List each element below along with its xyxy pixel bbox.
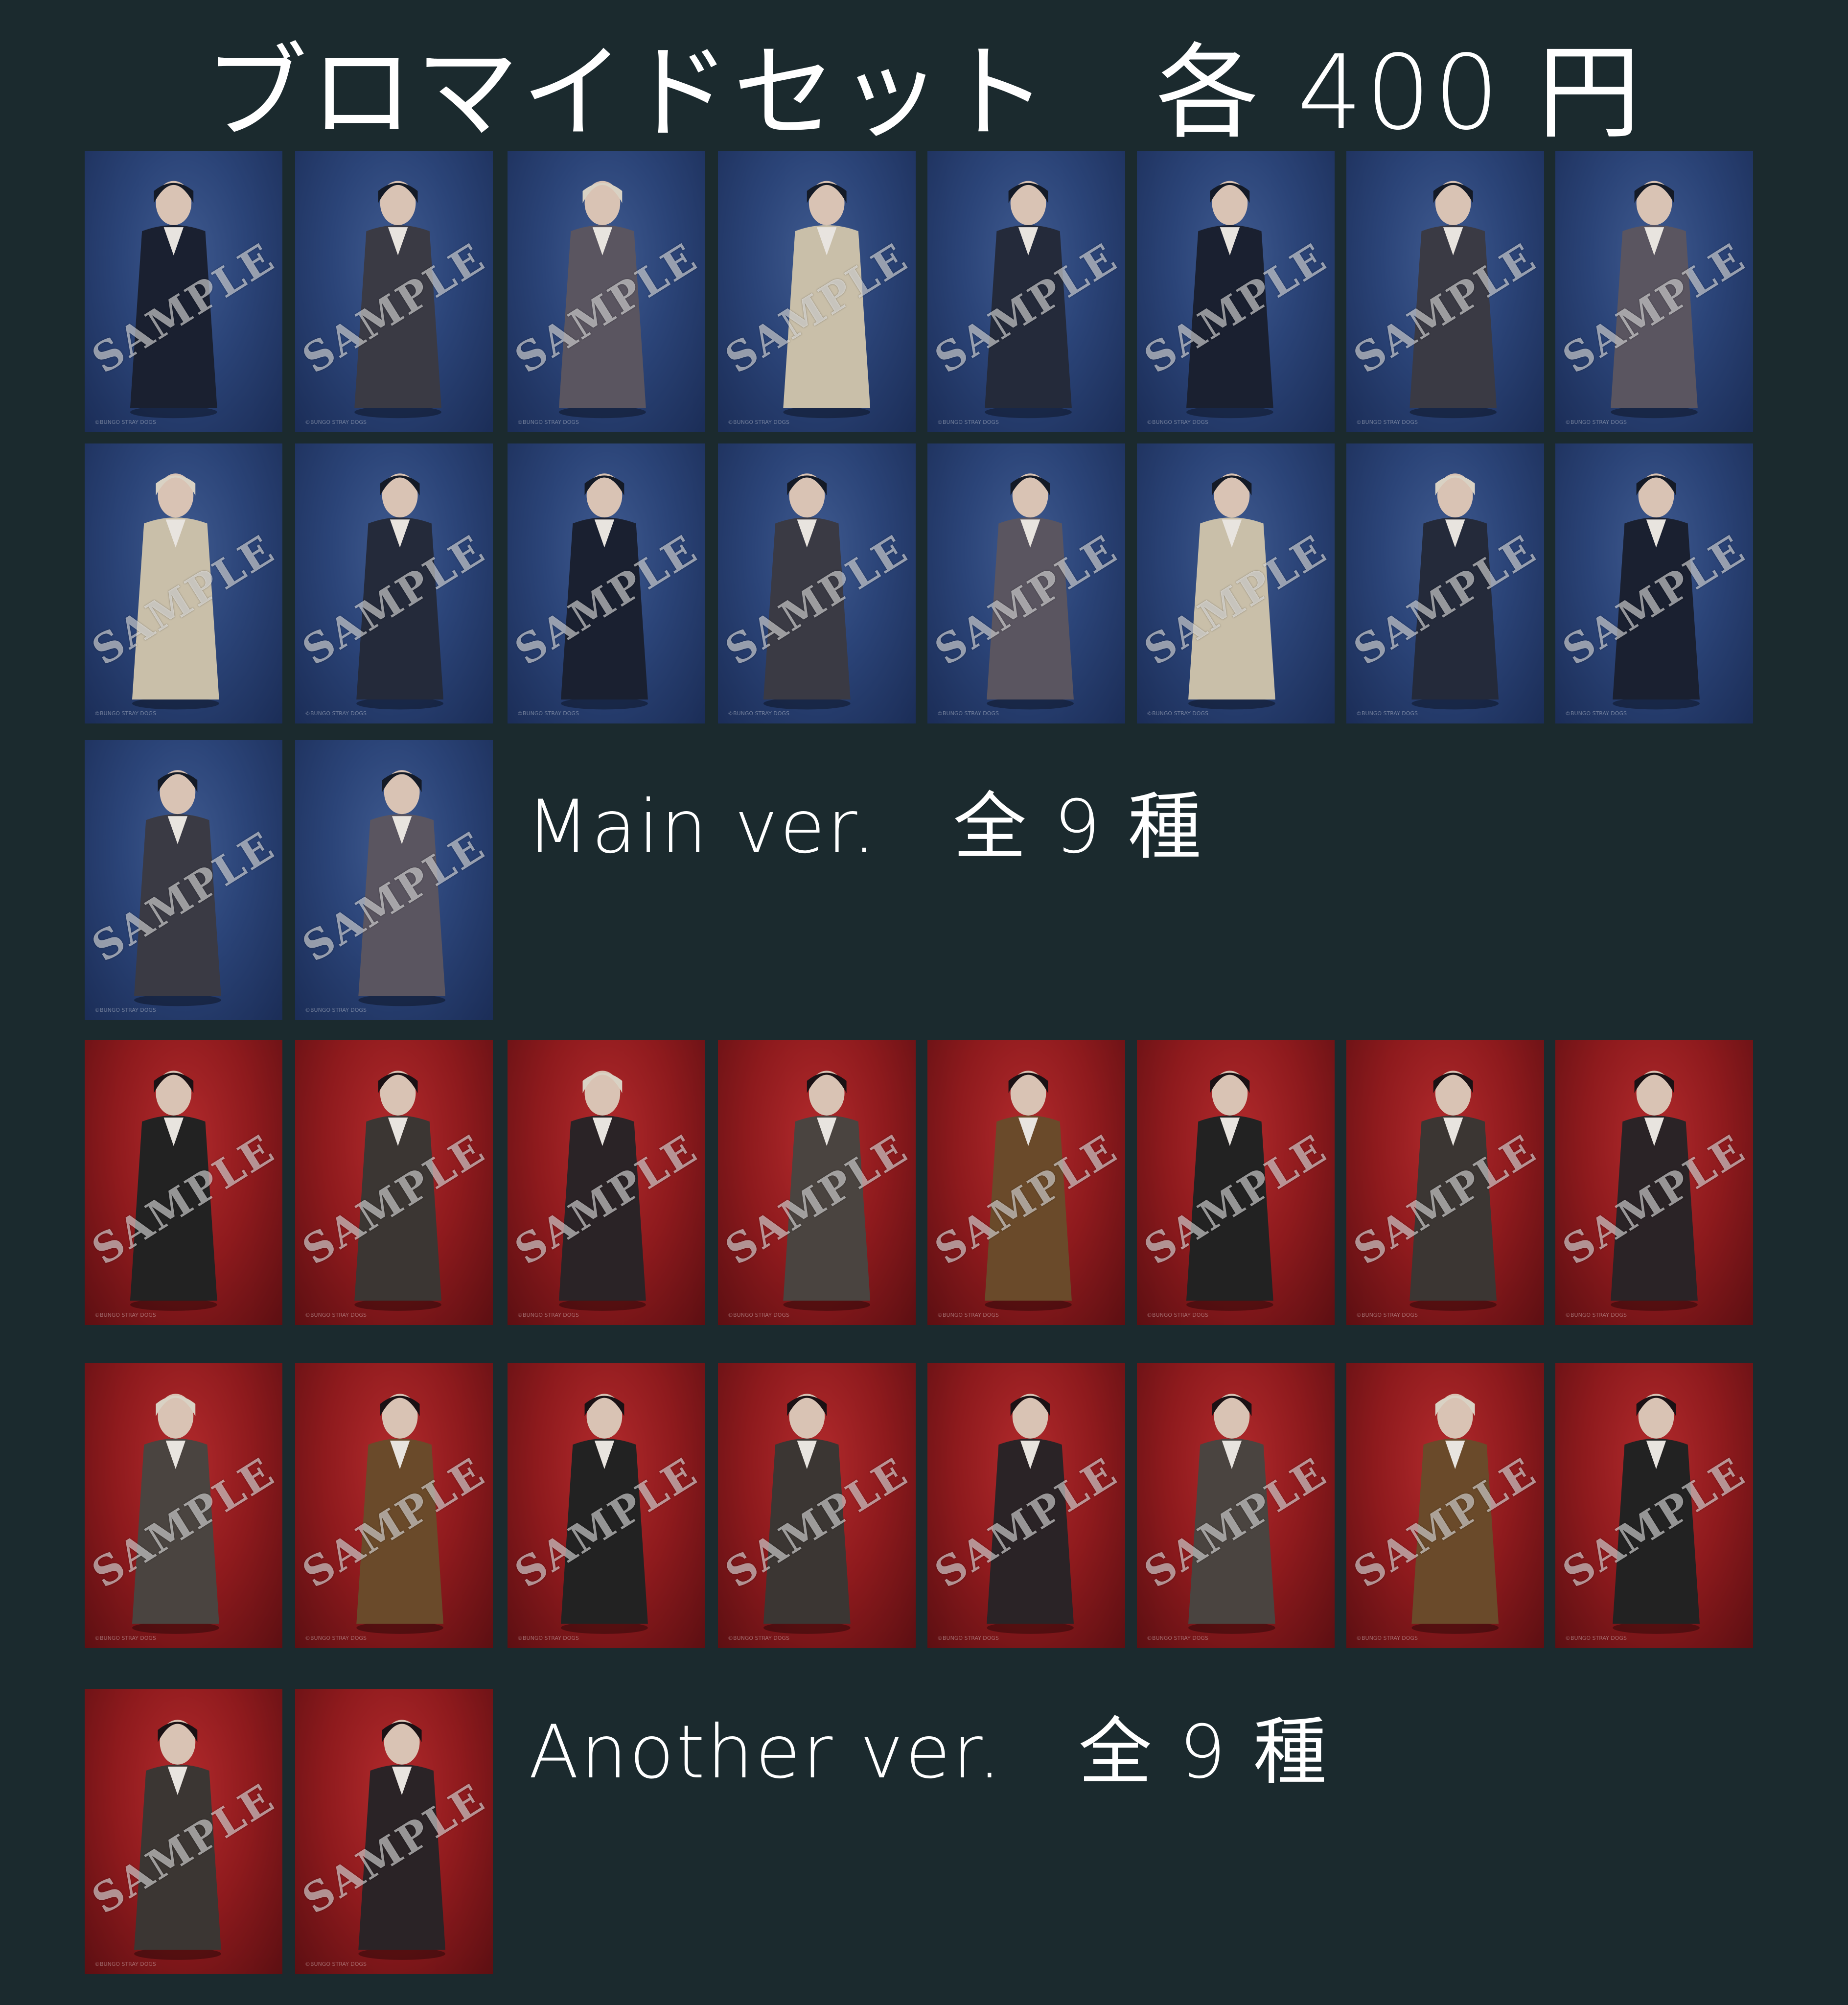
another-bromide-card: SAMPLE ©BUNGO STRAY DOGS	[1137, 1040, 1335, 1325]
another-bromide-card: SAMPLE ©BUNGO STRAY DOGS	[295, 1689, 493, 1974]
another-bromide-card: SAMPLE ©BUNGO STRAY DOGS	[85, 1689, 282, 1974]
main-bromide-card: SAMPLE ©BUNGO STRAY DOGS	[508, 443, 705, 723]
main-bromide-card: SAMPLE ©BUNGO STRAY DOGS	[85, 740, 282, 1020]
card-credit: ©BUNGO STRAY DOGS	[305, 419, 367, 425]
card-credit: ©BUNGO STRAY DOGS	[305, 1007, 367, 1013]
card-credit: ©BUNGO STRAY DOGS	[94, 1961, 156, 1967]
card-credit: ©BUNGO STRAY DOGS	[937, 1312, 999, 1318]
another-bromide-card: SAMPLE ©BUNGO STRAY DOGS	[718, 1040, 916, 1325]
card-credit: ©BUNGO STRAY DOGS	[728, 1635, 789, 1641]
another-bromide-card: SAMPLE ©BUNGO STRAY DOGS	[1555, 1363, 1753, 1648]
main-bromide-card: SAMPLE ©BUNGO STRAY DOGS	[718, 443, 916, 723]
card-credit: ©BUNGO STRAY DOGS	[94, 419, 156, 425]
card-credit: ©BUNGO STRAY DOGS	[937, 710, 999, 717]
card-credit: ©BUNGO STRAY DOGS	[305, 1635, 367, 1641]
card-credit: ©BUNGO STRAY DOGS	[728, 419, 789, 425]
card-credit: ©BUNGO STRAY DOGS	[94, 1312, 156, 1318]
card-credit: ©BUNGO STRAY DOGS	[728, 1312, 789, 1318]
page-title: ブロマイドセット 各 400 円	[204, 33, 1644, 153]
another-bromide-card: SAMPLE ©BUNGO STRAY DOGS	[1346, 1040, 1544, 1325]
card-credit: ©BUNGO STRAY DOGS	[305, 1312, 367, 1318]
card-credit: ©BUNGO STRAY DOGS	[94, 710, 156, 717]
another-bromide-card: SAMPLE ©BUNGO STRAY DOGS	[295, 1040, 493, 1325]
another-bromide-card: SAMPLE ©BUNGO STRAY DOGS	[1346, 1363, 1544, 1648]
main-bromide-card: SAMPLE ©BUNGO STRAY DOGS	[508, 151, 705, 432]
card-credit: ©BUNGO STRAY DOGS	[1565, 710, 1627, 717]
main-bromide-card: SAMPLE ©BUNGO STRAY DOGS	[927, 443, 1125, 723]
card-credit: ©BUNGO STRAY DOGS	[1565, 1312, 1627, 1318]
card-credit: ©BUNGO STRAY DOGS	[517, 1312, 579, 1318]
another-bromide-card: SAMPLE ©BUNGO STRAY DOGS	[927, 1040, 1125, 1325]
main-bromide-card: SAMPLE ©BUNGO STRAY DOGS	[295, 443, 493, 723]
another-bromide-card: SAMPLE ©BUNGO STRAY DOGS	[1137, 1363, 1335, 1648]
main-bromide-card: SAMPLE ©BUNGO STRAY DOGS	[1555, 443, 1753, 723]
card-credit: ©BUNGO STRAY DOGS	[728, 710, 789, 717]
another-bromide-card: SAMPLE ©BUNGO STRAY DOGS	[295, 1363, 493, 1648]
card-credit: ©BUNGO STRAY DOGS	[1147, 1635, 1208, 1641]
card-credit: ©BUNGO STRAY DOGS	[517, 1635, 579, 1641]
another-bromide-card: SAMPLE ©BUNGO STRAY DOGS	[85, 1363, 282, 1648]
main-bromide-card: SAMPLE ©BUNGO STRAY DOGS	[1137, 443, 1335, 723]
card-credit: ©BUNGO STRAY DOGS	[1356, 1635, 1418, 1641]
card-credit: ©BUNGO STRAY DOGS	[1147, 1312, 1208, 1318]
card-credit: ©BUNGO STRAY DOGS	[1356, 419, 1418, 425]
main-version-label: Main ver. 全 9 種	[526, 785, 1203, 870]
card-credit: ©BUNGO STRAY DOGS	[1147, 419, 1208, 425]
card-credit: ©BUNGO STRAY DOGS	[937, 419, 999, 425]
main-bromide-card: SAMPLE ©BUNGO STRAY DOGS	[295, 151, 493, 432]
main-bromide-card: SAMPLE ©BUNGO STRAY DOGS	[1346, 443, 1544, 723]
card-credit: ©BUNGO STRAY DOGS	[1565, 1635, 1627, 1641]
card-credit: ©BUNGO STRAY DOGS	[305, 710, 367, 717]
main-bromide-card: SAMPLE ©BUNGO STRAY DOGS	[295, 740, 493, 1020]
card-credit: ©BUNGO STRAY DOGS	[1565, 419, 1627, 425]
main-bromide-card: SAMPLE ©BUNGO STRAY DOGS	[85, 151, 282, 432]
card-credit: ©BUNGO STRAY DOGS	[937, 1635, 999, 1641]
another-bromide-card: SAMPLE ©BUNGO STRAY DOGS	[508, 1363, 705, 1648]
main-bromide-card: SAMPLE ©BUNGO STRAY DOGS	[927, 151, 1125, 432]
card-credit: ©BUNGO STRAY DOGS	[1356, 710, 1418, 717]
card-credit: ©BUNGO STRAY DOGS	[305, 1961, 367, 1967]
card-credit: ©BUNGO STRAY DOGS	[1356, 1312, 1418, 1318]
main-bromide-card: SAMPLE ©BUNGO STRAY DOGS	[1555, 151, 1753, 432]
another-bromide-card: SAMPLE ©BUNGO STRAY DOGS	[718, 1363, 916, 1648]
another-version-label: Another ver. 全 9 種	[529, 1710, 1329, 1795]
another-bromide-card: SAMPLE ©BUNGO STRAY DOGS	[85, 1040, 282, 1325]
main-bromide-card: SAMPLE ©BUNGO STRAY DOGS	[718, 151, 916, 432]
card-credit: ©BUNGO STRAY DOGS	[517, 710, 579, 717]
main-bromide-card: SAMPLE ©BUNGO STRAY DOGS	[1346, 151, 1544, 432]
another-bromide-card: SAMPLE ©BUNGO STRAY DOGS	[1555, 1040, 1753, 1325]
another-bromide-card: SAMPLE ©BUNGO STRAY DOGS	[508, 1040, 705, 1325]
card-credit: ©BUNGO STRAY DOGS	[517, 419, 579, 425]
main-bromide-card: SAMPLE ©BUNGO STRAY DOGS	[1137, 151, 1335, 432]
card-credit: ©BUNGO STRAY DOGS	[94, 1007, 156, 1013]
main-bromide-card: SAMPLE ©BUNGO STRAY DOGS	[85, 443, 282, 723]
card-credit: ©BUNGO STRAY DOGS	[1147, 710, 1208, 717]
another-bromide-card: SAMPLE ©BUNGO STRAY DOGS	[927, 1363, 1125, 1648]
card-credit: ©BUNGO STRAY DOGS	[94, 1635, 156, 1641]
